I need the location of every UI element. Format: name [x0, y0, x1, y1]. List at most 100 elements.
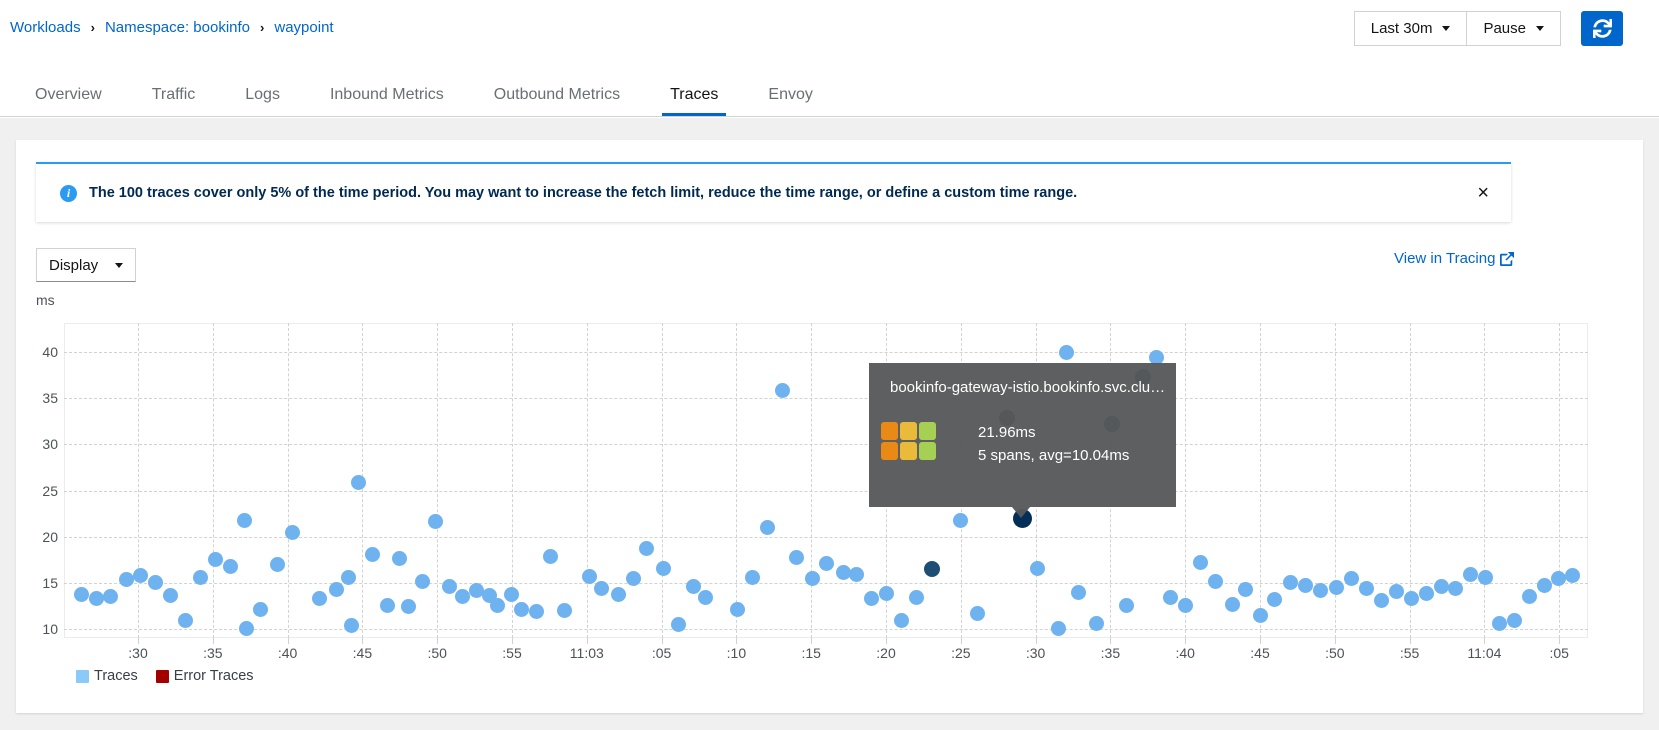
y-gridline — [64, 352, 1588, 353]
trace-point[interactable] — [490, 598, 505, 613]
trace-point[interactable] — [392, 551, 407, 566]
trace-point[interactable] — [1551, 571, 1566, 586]
view-in-tracing-link[interactable]: View in Tracing — [1394, 250, 1514, 267]
trace-point[interactable] — [686, 579, 701, 594]
x-gridline — [138, 323, 139, 638]
breadcrumb-item[interactable]: waypoint — [274, 19, 333, 36]
tab-outbound-metrics[interactable]: Outbound Metrics — [486, 80, 628, 116]
x-axis-tick-mark — [811, 638, 812, 644]
trace-point[interactable] — [1313, 583, 1328, 598]
chart-legend: Traces Error Traces — [76, 668, 254, 684]
duration-dropdown[interactable]: Last 30m — [1355, 12, 1467, 45]
legend-item-traces[interactable]: Traces — [76, 668, 138, 684]
x-axis-tick-label: :50 — [1298, 645, 1372, 661]
trace-point[interactable] — [626, 571, 641, 586]
display-dropdown[interactable]: Display — [36, 248, 136, 282]
trace-point[interactable] — [239, 621, 254, 636]
trace-point[interactable] — [1492, 616, 1507, 631]
tab-inbound-metrics[interactable]: Inbound Metrics — [322, 80, 452, 116]
x-axis-tick-mark — [1484, 638, 1485, 644]
tab-traffic[interactable]: Traffic — [144, 80, 204, 116]
heatmap-cell — [919, 422, 936, 440]
trace-point[interactable] — [1238, 582, 1253, 597]
trace-point[interactable] — [1537, 578, 1552, 593]
breadcrumb-item[interactable]: Workloads — [10, 19, 81, 36]
tab-traces[interactable]: Traces — [662, 80, 726, 116]
trace-point[interactable] — [119, 572, 134, 587]
x-axis-tick-label: :35 — [176, 645, 250, 661]
trace-point[interactable] — [1359, 581, 1374, 596]
trace-tooltip: bookinfo-gateway-istio.bookinfo.svc.clu…… — [869, 363, 1176, 507]
tooltip-caret — [1012, 507, 1030, 518]
y-gridline — [64, 629, 1588, 630]
refresh-interval-dropdown[interactable]: Pause — [1467, 12, 1560, 45]
x-axis-tick-mark — [1559, 638, 1560, 644]
tab-logs[interactable]: Logs — [237, 80, 288, 116]
trace-point[interactable] — [1344, 571, 1359, 586]
trace-point[interactable] — [89, 591, 104, 606]
tab-envoy[interactable]: Envoy — [760, 80, 820, 116]
duration-dropdown-label: Last 30m — [1371, 20, 1433, 37]
alert-close-button[interactable]: × — [1477, 183, 1489, 203]
time-toolbar: Last 30m Pause — [1354, 11, 1561, 46]
trace-point[interactable] — [611, 587, 626, 602]
x-axis-tick-label: :30 — [101, 645, 175, 661]
trace-point[interactable] — [1419, 586, 1434, 601]
trace-point[interactable] — [1329, 580, 1344, 595]
trace-point[interactable] — [312, 591, 327, 606]
traces-card — [16, 140, 1643, 713]
x-gridline — [587, 323, 588, 638]
trace-point[interactable] — [351, 475, 366, 490]
x-axis-tick-mark — [1110, 638, 1111, 644]
trace-point[interactable] — [730, 602, 745, 617]
chevron-down-icon — [1536, 26, 1544, 31]
trace-point[interactable] — [1389, 584, 1404, 599]
trace-point[interactable] — [1404, 591, 1419, 606]
legend-label: Error Traces — [174, 668, 254, 684]
breadcrumb-item[interactable]: Namespace: bookinfo — [105, 19, 250, 36]
sync-icon — [1593, 19, 1612, 38]
trace-point[interactable] — [805, 571, 820, 586]
trace-point[interactable] — [442, 579, 457, 594]
trace-point[interactable] — [1193, 555, 1208, 570]
trace-point[interactable] — [1374, 593, 1389, 608]
trace-point[interactable] — [1051, 621, 1066, 636]
trace-point[interactable] — [223, 559, 238, 574]
trace-point[interactable] — [1434, 579, 1449, 594]
x-axis-tick-mark — [662, 638, 663, 644]
refresh-button[interactable] — [1581, 11, 1623, 46]
trace-point[interactable] — [415, 574, 430, 589]
trace-point[interactable] — [365, 547, 380, 562]
y-axis-unit-label: ms — [36, 292, 55, 308]
trace-point[interactable] — [1507, 613, 1522, 628]
x-axis-tick-label: :25 — [924, 645, 998, 661]
trace-point[interactable] — [1225, 597, 1240, 612]
traces-info-alert: i The 100 traces cover only 5% of the ti… — [36, 162, 1511, 222]
trace-point[interactable] — [178, 613, 193, 628]
x-axis-tick-mark — [587, 638, 588, 644]
trace-point[interactable] — [1071, 585, 1086, 600]
x-gridline — [213, 323, 214, 638]
legend-item-error-traces[interactable]: Error Traces — [156, 668, 254, 684]
trace-point[interactable] — [953, 513, 968, 528]
trace-point[interactable] — [270, 557, 285, 572]
trace-point[interactable] — [1522, 589, 1537, 604]
trace-point[interactable] — [543, 549, 558, 564]
x-axis-tick-label: :45 — [325, 645, 399, 661]
trace-point[interactable] — [594, 581, 609, 596]
trace-point[interactable] — [329, 582, 344, 597]
view-in-tracing-label: View in Tracing — [1394, 250, 1495, 267]
trace-point[interactable] — [1089, 616, 1104, 631]
trace-point[interactable] — [163, 588, 178, 603]
trace-point[interactable] — [970, 606, 985, 621]
trace-point[interactable] — [103, 589, 118, 604]
x-axis-tick-mark — [1185, 638, 1186, 644]
x-axis-tick-label: :55 — [1373, 645, 1447, 661]
trace-point[interactable] — [1208, 574, 1223, 589]
trace-point[interactable] — [557, 603, 572, 618]
trace-point[interactable] — [1178, 598, 1193, 613]
tab-overview[interactable]: Overview — [27, 80, 110, 116]
trace-point[interactable] — [74, 587, 89, 602]
trace-point[interactable] — [1253, 608, 1268, 623]
x-gridline — [1185, 323, 1186, 638]
